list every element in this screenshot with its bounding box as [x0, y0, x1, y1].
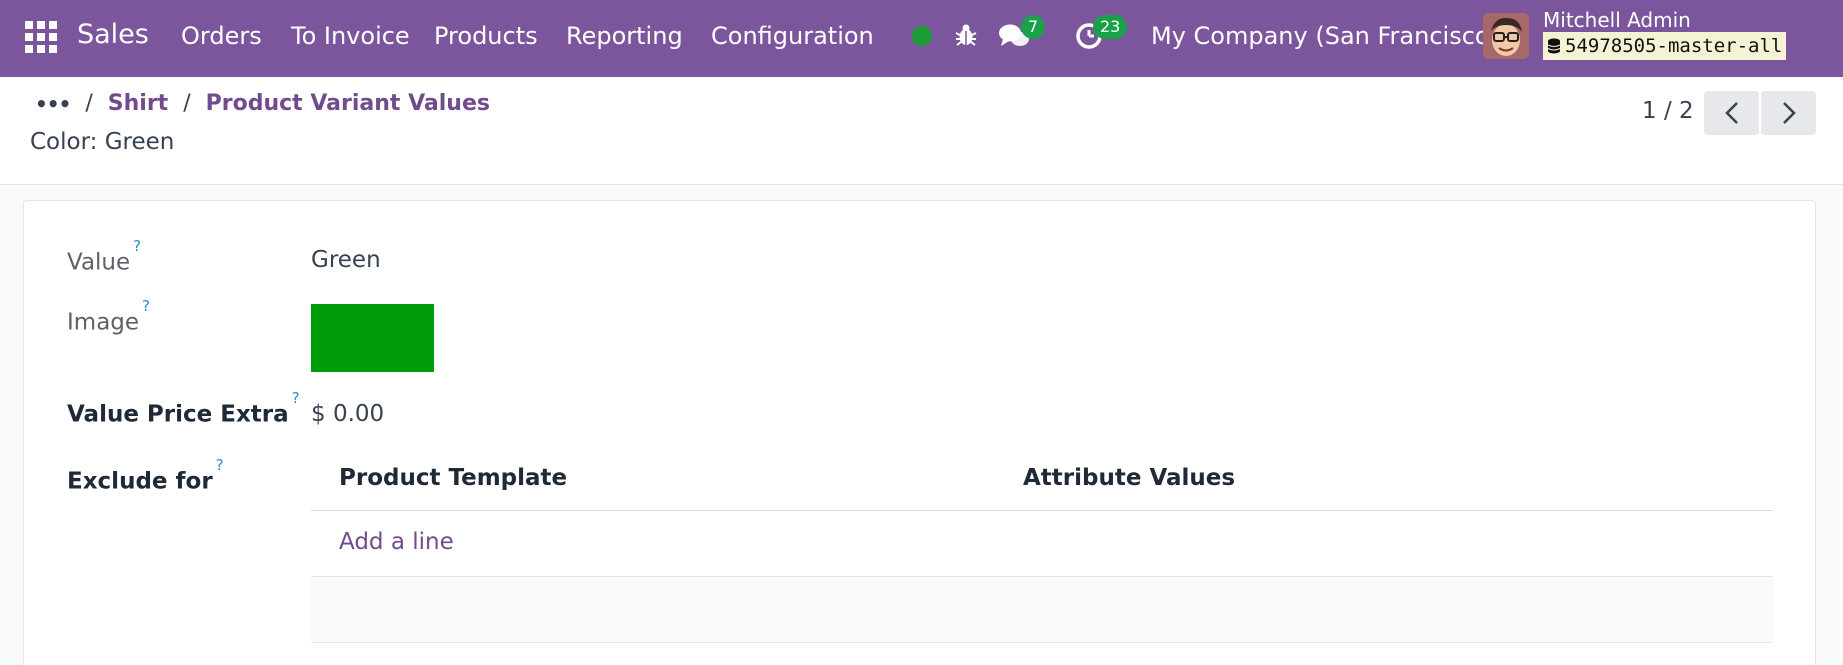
breadcrumb-separator: / [183, 91, 191, 116]
apps-menu-icon[interactable] [25, 21, 57, 53]
image-help-icon[interactable]: ? [142, 297, 150, 315]
breadcrumb-shirt[interactable]: Shirt [108, 91, 168, 116]
app-name[interactable]: Sales [77, 19, 149, 50]
database-icon [1547, 38, 1561, 54]
menu-products[interactable]: Products [434, 22, 538, 50]
menu-configuration[interactable]: Configuration [711, 22, 874, 50]
image-label: Image? [67, 297, 150, 336]
control-panel: ••• / Shirt / Product Variant Values Col… [0, 77, 1843, 185]
pager-previous-button[interactable] [1704, 91, 1759, 135]
record-title: Color: Green [30, 129, 175, 155]
add-a-line-link[interactable]: Add a line [339, 529, 454, 555]
price-extra-label-text: Value Price Extra [67, 401, 289, 428]
column-attribute-values[interactable]: Attribute Values [1023, 465, 1235, 491]
breadcrumb: ••• / Shirt / Product Variant Values [35, 91, 490, 116]
user-name[interactable]: Mitchell Admin [1543, 8, 1691, 32]
user-avatar[interactable] [1483, 13, 1529, 59]
database-name-chip: 54978505-master-all [1543, 32, 1787, 60]
breadcrumb-product-variant-values[interactable]: Product Variant Values [206, 91, 490, 116]
pager-next-button[interactable] [1761, 91, 1816, 135]
exclude-for-label: Exclude for? [67, 456, 224, 495]
exclude-for-label-text: Exclude for [67, 468, 213, 495]
color-image-swatch[interactable] [311, 304, 434, 372]
exclude-for-help-icon[interactable]: ? [216, 456, 224, 474]
debug-bug-icon[interactable] [955, 22, 977, 48]
chevron-left-icon [1724, 102, 1738, 124]
price-extra-help-icon[interactable]: ? [292, 389, 300, 407]
menu-orders[interactable]: Orders [181, 22, 262, 50]
price-extra-field[interactable]: $ 0.00 [311, 401, 384, 427]
image-label-text: Image [67, 309, 140, 336]
menu-to-invoice[interactable]: To Invoice [291, 22, 410, 50]
pager-value[interactable]: 1 / 2 [1642, 98, 1694, 124]
breadcrumb-separator: / [85, 91, 93, 116]
table-row [311, 577, 1773, 643]
value-label: Value? [67, 237, 141, 276]
value-label-text: Value [67, 249, 131, 276]
top-navbar: Sales Orders To Invoice Products Reporti… [0, 0, 1843, 77]
value-help-icon[interactable]: ? [133, 237, 141, 255]
activity-count-badge: 23 [1093, 15, 1128, 39]
table-header-row: Product Template Attribute Values [311, 451, 1773, 511]
exclude-for-table: Product Template Attribute Values Add a … [311, 451, 1773, 643]
value-field[interactable]: Green [311, 247, 381, 273]
column-product-template[interactable]: Product Template [339, 465, 567, 491]
presence-status-icon [912, 26, 932, 46]
breadcrumb-more-icon[interactable]: ••• [35, 92, 71, 116]
company-switcher[interactable]: My Company (San Francisco) [1151, 22, 1499, 50]
price-extra-label: Value Price Extra? [67, 389, 300, 428]
chevron-right-icon [1782, 102, 1796, 124]
table-row: Add a line [311, 511, 1773, 577]
menu-reporting[interactable]: Reporting [566, 22, 683, 50]
database-name: 54978505-master-all [1565, 35, 1783, 57]
messages-count-badge: 7 [1021, 15, 1046, 39]
form-sheet: Value? Green Image? Value Price Extra? $… [23, 200, 1816, 665]
